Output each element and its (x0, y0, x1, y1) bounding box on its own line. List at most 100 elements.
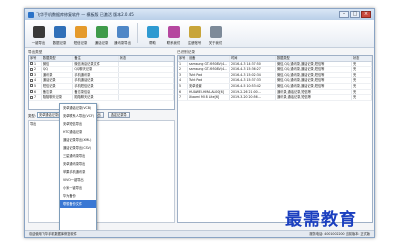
status-left-text: 欢迎使用飞华手机数据库修复软件 (29, 232, 77, 236)
minimize-button[interactable]: – (339, 11, 349, 18)
dropdown-option[interactable]: 华为备份 (60, 192, 96, 200)
row-checkbox[interactable] (30, 90, 33, 94)
column-header: 设备 (188, 56, 230, 61)
dropdown-option[interactable]: 通话记录导出(CSV) (60, 144, 96, 152)
toolbar-button[interactable]: 关于我们 (205, 26, 226, 45)
row-number: 4 (34, 78, 37, 83)
toolbar-button[interactable]: 通讯录导出 (112, 26, 133, 45)
row-status: 完 (352, 95, 372, 100)
register-icon (188, 26, 201, 38)
row-device: Xiaomi MI 8 Lite[6] (188, 95, 230, 100)
row-checkbox[interactable] (30, 84, 33, 88)
row-status: 完 (352, 67, 372, 72)
status-right-text: 服务电话: 4001002200 当前版本: 正式版 (309, 232, 370, 236)
call-log-icon (95, 26, 108, 38)
toolbar-button-label: 数据记录 (52, 41, 67, 45)
phone-records-icon (53, 26, 66, 38)
row-no: 5 (178, 83, 188, 89)
dropdown-option[interactable]: 苹果手机通讯录 (60, 168, 96, 176)
dropdown-option[interactable]: 通话记录导出(XML) (60, 136, 96, 144)
row-checkbox[interactable] (30, 73, 33, 77)
toolbar: 一键导出 数据记录 短信记录 通话记录 通讯录导出 帮助 联系我们 注册账号 关于我们 (25, 20, 374, 48)
toolbar-button-label: 一键导出 (31, 41, 46, 45)
toolbar-button[interactable]: 数据记录 (49, 26, 70, 45)
row-time: 2016-4-3 14:37:50 (230, 61, 276, 67)
dropdown-option[interactable]: 安卓通讯录导出 (60, 160, 96, 168)
row-time: 2016-4-3 15:37:33 (230, 78, 276, 83)
toolbar-button[interactable]: 短信记录 (70, 26, 91, 45)
row-number: 3 (34, 72, 37, 77)
row-time: 2016-4-3 15:36:27 (230, 67, 276, 72)
row-status (119, 61, 174, 67)
column-header: 序号 (29, 56, 42, 61)
row-type: 通话记录 (42, 78, 74, 83)
row-checkbox[interactable] (30, 95, 33, 99)
export-type-table: 序号 数据类型 备注 状态 1 微信 微信消息记录文件 2 QQ QQ聊天记录 3 通讯录 手机通讯录… (28, 55, 175, 110)
row-note: 微信消息记录文件 (73, 61, 119, 67)
row-no: 7 (178, 95, 188, 100)
row-type: 微信,QQ,通讯录,通话记录,短信等 (276, 67, 352, 72)
app-logo-icon (28, 11, 34, 18)
row-type: 陌陌聊天记录 (42, 95, 74, 100)
maximize-button[interactable]: □ (350, 11, 360, 18)
dropdown-option[interactable]: 安卓联系人导出(VCF) (60, 112, 96, 120)
row-status (119, 89, 174, 95)
row-number-cell: 5 (29, 83, 42, 89)
toolbar-button-label: 通讯录导出 (114, 41, 131, 45)
row-type: 通讯录 (42, 72, 74, 78)
toolbar-button-label: 联系我们 (166, 41, 181, 45)
toolbar-button[interactable]: 联系我们 (163, 26, 184, 45)
row-status: 完 (352, 61, 372, 67)
table-row[interactable]: 7 Xiaomi MI 8 Lite[6] 2019-3-20 20:56... 通讯… (178, 95, 372, 101)
dropdown-option[interactable]: VIVO一键导出 (60, 176, 96, 184)
row-number: 5 (34, 83, 37, 88)
row-type: 微信,QQ,通讯录,通话记录,短信等 (276, 61, 352, 67)
export-log-area: 导出 (28, 120, 175, 223)
dropdown-option[interactable]: 小米一键导出 (60, 184, 96, 192)
row-status (119, 83, 174, 89)
row-status: 完 (352, 83, 372, 89)
row-note: 手机短信记录 (73, 83, 119, 89)
row-checkbox[interactable] (30, 62, 33, 66)
toolbar-button[interactable]: 通话记录 (91, 26, 112, 45)
toolbar-button-label: 注册账号 (187, 41, 202, 45)
dropdown-option[interactable]: 三星通讯录导出 (60, 152, 96, 160)
sms-icon (74, 26, 87, 38)
column-header: 序号 (178, 56, 188, 61)
status-bar: 欢迎使用飞华手机数据库修复软件 服务电话: 4001002200 当前版本: 正… (25, 230, 374, 237)
table-row[interactable]: 7 陌陌聊天记录 陌陌聊天记录 (29, 95, 174, 101)
column-header: 数据类型 (276, 56, 352, 61)
row-status: 完 (352, 89, 372, 95)
row-number: 6 (34, 89, 37, 94)
help-icon (146, 26, 159, 38)
row-checkbox[interactable] (30, 67, 33, 71)
close-button[interactable]: × (361, 11, 371, 18)
export-selected-button[interactable]: 选定记录导 (107, 112, 130, 118)
row-no: 4 (178, 78, 188, 83)
row-note: 手机通话记录 (73, 78, 119, 83)
row-device: Tsht Pad (188, 78, 230, 83)
toolbar-button[interactable]: 一键导出 (28, 26, 49, 45)
dropdown-option[interactable]: 安卓通话记录(VCB) (60, 104, 96, 112)
row-checkbox[interactable] (30, 78, 33, 82)
toolbar-button-label: 短信记录 (73, 41, 88, 45)
dropdown-option[interactable]: 联想备份文件 (60, 200, 96, 208)
toolbar-button-label: 帮助 (149, 41, 156, 45)
row-number: 7 (34, 95, 37, 100)
row-no: 2 (178, 67, 188, 72)
row-status (119, 78, 174, 83)
row-number: 1 (34, 61, 37, 66)
toolbar-button[interactable]: 注册账号 (184, 26, 205, 45)
row-type: 短信记录 (42, 83, 74, 89)
row-number-cell: 1 (29, 61, 42, 67)
dropdown-option[interactable]: HTC通话记录 (60, 128, 96, 136)
column-header: 备注 (73, 56, 119, 61)
toolbar-button[interactable]: 帮助 (142, 26, 163, 45)
row-no: 3 (178, 72, 188, 78)
row-device: samsung GT-I9508V(4... (188, 61, 230, 67)
phone-export-icon (32, 26, 45, 38)
app-window: 飞华手机数据库修复软件 — 模板版 已激活 版本2.0.45 – □ × 一键导… (24, 8, 375, 238)
watermark-text: 最需教育 (285, 210, 357, 230)
dropdown-option[interactable]: 安卓短信导出 (60, 120, 96, 128)
row-status: 完 (352, 72, 372, 78)
